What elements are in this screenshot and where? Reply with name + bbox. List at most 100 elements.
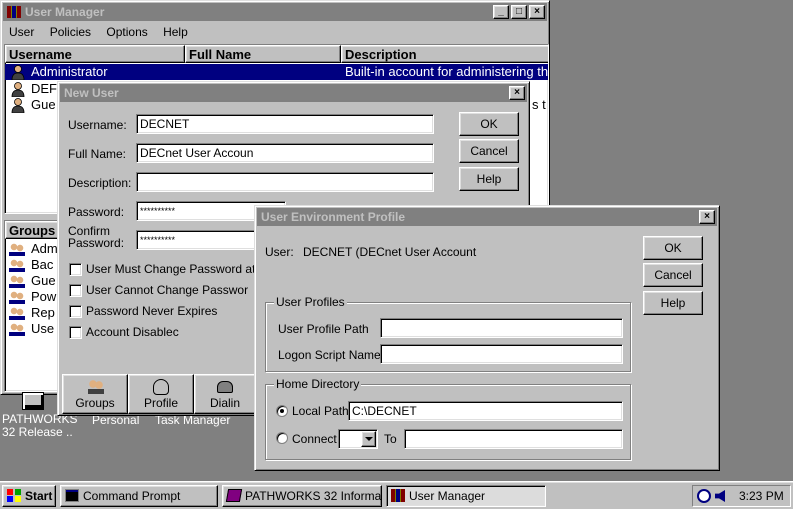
menu-help[interactable]: Help: [163, 25, 188, 39]
menu-policies[interactable]: Policies: [50, 25, 91, 39]
description-cell: Built-in account for administering th: [345, 64, 549, 79]
system-tray: 3:23 PM: [692, 485, 791, 507]
menu-options[interactable]: Options: [106, 25, 147, 39]
command-prompt-icon: [65, 489, 79, 502]
task-label: Command Prompt: [83, 489, 181, 503]
task-label: User Manager: [409, 489, 486, 503]
column-header-fullname[interactable]: Full Name: [185, 45, 341, 63]
account-disabled-label: Account Disablec: [86, 325, 179, 339]
group-name: Adm: [31, 241, 58, 256]
dropdown-arrow-button[interactable]: [361, 431, 376, 447]
fullname-input[interactable]: DECnet User Accoun: [136, 143, 434, 163]
local-path-radio[interactable]: [276, 405, 288, 417]
volume-icon[interactable]: [715, 490, 725, 502]
close-button[interactable]: ×: [529, 5, 545, 19]
maximize-button[interactable]: □: [511, 5, 527, 19]
groups-button[interactable]: Groups: [62, 374, 128, 414]
must-change-label: User Must Change Password at Ne: [86, 262, 275, 276]
environment-profile-titlebar[interactable]: User Environment Profile ×: [257, 208, 717, 226]
table-row[interactable]: Administrator Built-in account for admin…: [5, 64, 549, 81]
desktop-icon-label: PATHWORKS 32 Release ..: [2, 413, 78, 439]
group-name: Use: [31, 321, 55, 336]
group-name: Rep: [31, 305, 55, 320]
dialin-button[interactable]: Dialin: [194, 374, 256, 414]
dialin-button-label: Dialin: [209, 396, 240, 410]
description-label: Description:: [68, 176, 132, 190]
user-icon: [11, 98, 25, 114]
taskbar: Start Command Prompt PATHWORKS 32 Inform…: [0, 481, 793, 509]
dialog-title: New User: [64, 86, 119, 100]
connect-radio[interactable]: [276, 432, 288, 444]
logon-script-label: Logon Script Name: [278, 348, 381, 362]
username-cell: DEF: [31, 81, 57, 96]
user-icon: [11, 65, 25, 81]
profile-button-label: Profile: [143, 396, 178, 410]
close-button[interactable]: ×: [509, 86, 525, 100]
computer-icon: [22, 392, 44, 410]
connect-label: Connect: [292, 432, 337, 446]
cancel-button[interactable]: Cancel: [643, 263, 703, 287]
user-manager-titlebar[interactable]: User Manager _ □ ×: [3, 3, 547, 21]
account-disabled-checkbox[interactable]: [69, 326, 82, 339]
never-expires-checkbox[interactable]: [69, 305, 82, 318]
chevron-down-icon: [365, 437, 373, 441]
confirm-label: Confirm Password:: [68, 225, 124, 249]
help-button[interactable]: Help: [459, 167, 519, 191]
start-button[interactable]: Start: [2, 485, 56, 507]
never-expires-label: Password Never Expires: [86, 304, 218, 318]
description-cell: s t: [532, 97, 546, 112]
close-button[interactable]: ×: [699, 210, 715, 224]
column-header-username[interactable]: Username: [5, 45, 185, 63]
user-value: DECNET (DECnet User Account: [303, 245, 477, 259]
task-user-manager[interactable]: User Manager: [386, 485, 546, 507]
must-change-checkbox[interactable]: [69, 263, 82, 276]
group-icon: [9, 258, 25, 272]
new-user-titlebar[interactable]: New User ×: [60, 84, 527, 102]
username-label: Username:: [68, 118, 127, 132]
menu-user[interactable]: User: [9, 25, 34, 39]
task-pathworks-info[interactable]: PATHWORKS 32 Informat...: [222, 485, 382, 507]
group-icon: [9, 274, 25, 288]
to-input[interactable]: [404, 429, 623, 449]
profile-button[interactable]: Profile: [128, 374, 194, 414]
environment-profile-dialog: User Environment Profile × User: DECNET …: [254, 205, 720, 471]
drive-select[interactable]: [338, 429, 378, 449]
app-icon: [391, 489, 405, 502]
window-title: User Manager: [25, 5, 105, 19]
book-icon: [225, 489, 243, 502]
group-icon: [9, 242, 25, 256]
home-directory-group: Home Directory Local Path: C:\DECNET Con…: [265, 377, 631, 460]
phone-icon: [217, 381, 233, 393]
logon-script-input[interactable]: [380, 344, 623, 364]
cancel-button[interactable]: Cancel: [459, 139, 519, 163]
local-path-label: Local Path:: [292, 404, 353, 418]
groups-button-label: Groups: [75, 396, 115, 410]
local-path-input[interactable]: C:\DECNET: [348, 401, 623, 421]
start-label: Start: [25, 489, 53, 503]
clock[interactable]: 3:23 PM: [739, 489, 784, 503]
desktop-icon-pathworks[interactable]: [20, 390, 50, 412]
ok-button[interactable]: OK: [459, 112, 519, 136]
windows-logo-icon: [7, 489, 21, 502]
dialog-title: User Environment Profile: [261, 210, 406, 224]
help-button[interactable]: Help: [643, 291, 703, 315]
ok-button[interactable]: OK: [643, 236, 703, 260]
group-name: Gue: [31, 273, 56, 288]
fullname-label: Full Name:: [68, 147, 127, 161]
task-label: PATHWORKS 32 Informat...: [245, 489, 382, 503]
app-icon: [7, 6, 21, 18]
cannot-change-checkbox[interactable]: [69, 284, 82, 297]
task-command-prompt[interactable]: Command Prompt: [60, 485, 218, 507]
group-icon: [9, 290, 25, 304]
home-directory-group-title: Home Directory: [274, 377, 362, 391]
password-label: Password:: [68, 205, 125, 219]
profile-path-input[interactable]: [380, 318, 623, 338]
network-icon[interactable]: [697, 489, 711, 503]
username-input[interactable]: DECNET: [136, 114, 434, 134]
menu-bar: User Policies Options Help: [9, 25, 200, 39]
confirm-label-line2: Password:: [68, 236, 125, 250]
description-input[interactable]: [136, 172, 434, 192]
column-header-description[interactable]: Description: [341, 45, 548, 63]
minimize-button[interactable]: _: [493, 5, 509, 19]
profile-path-label: User Profile Path: [278, 322, 369, 336]
